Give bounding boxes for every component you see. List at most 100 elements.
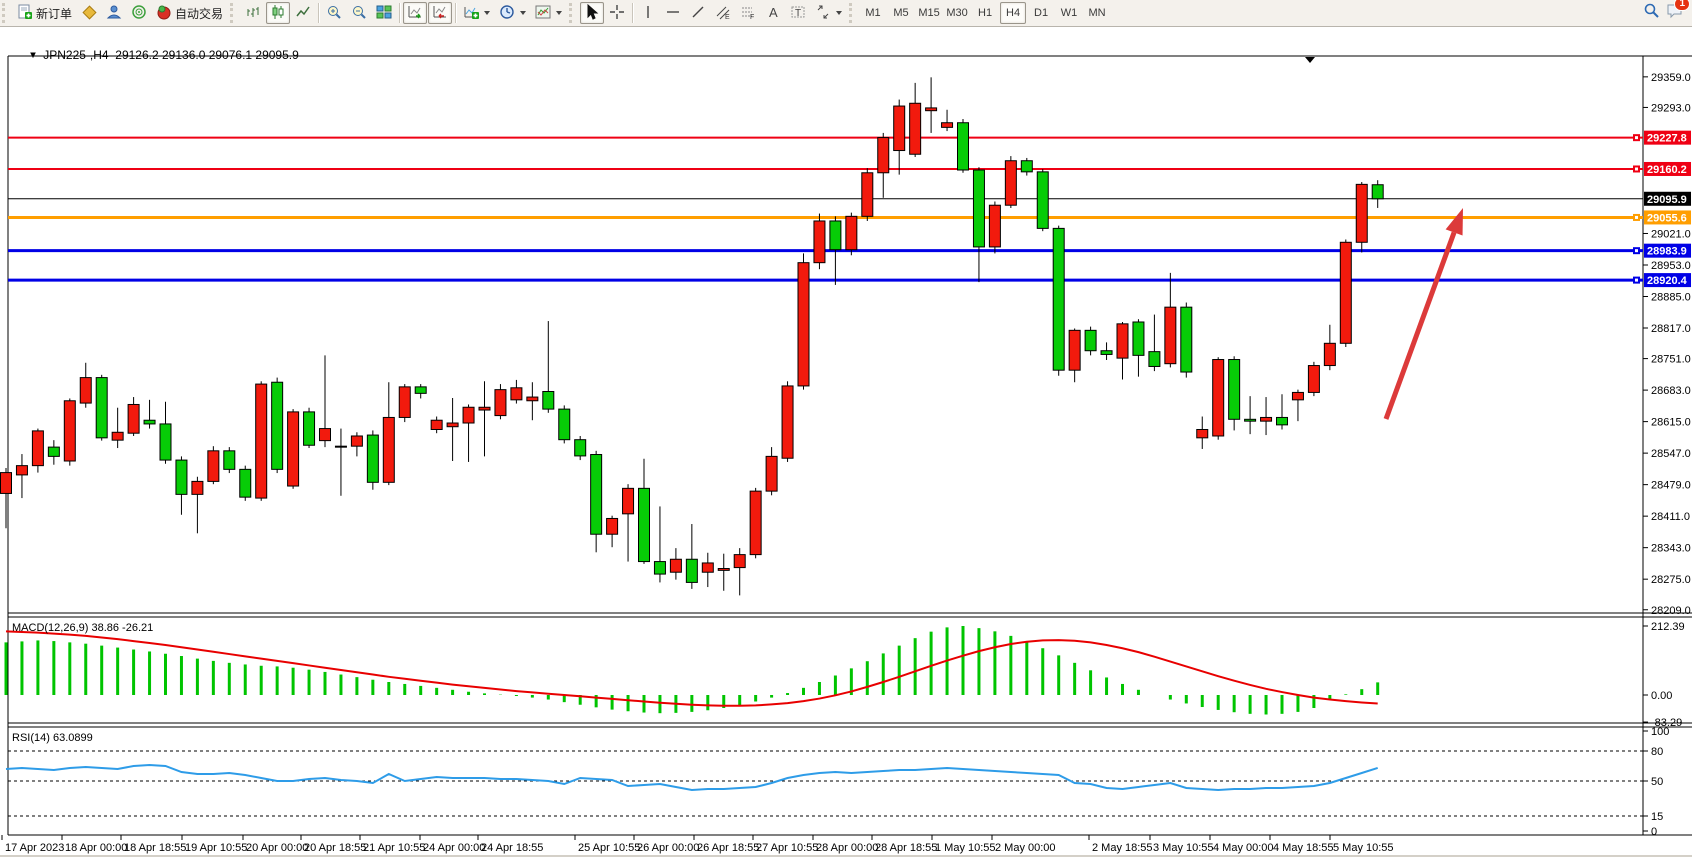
candlestick-chart-button[interactable] — [266, 2, 290, 24]
timeframe-button-M5[interactable]: M5 — [888, 2, 914, 24]
timeframe-button-D1[interactable]: D1 — [1028, 2, 1054, 24]
candle-body — [686, 559, 697, 582]
timeframe-button-MN[interactable]: MN — [1084, 2, 1110, 24]
candle-body — [607, 518, 618, 534]
bar-chart-icon — [245, 4, 261, 23]
text-label-tool-button[interactable]: T — [786, 2, 810, 24]
text-label-icon: T — [790, 4, 806, 23]
zoom-in-icon — [326, 4, 342, 23]
horizontal-line-tool-button[interactable] — [661, 2, 685, 24]
periods-dropdown-arrow[interactable] — [520, 11, 526, 15]
templates-button[interactable] — [531, 2, 566, 24]
toolbar-drag-handle[interactable] — [230, 3, 238, 23]
gold-diamond-icon — [81, 4, 97, 23]
candle-body — [16, 466, 27, 475]
time-axis-label: 28 Apr 18:55 — [875, 842, 937, 854]
candle-body — [718, 569, 729, 571]
timeframe-button-M1[interactable]: M1 — [860, 2, 886, 24]
new-order-button[interactable]: 新订单 — [13, 2, 76, 24]
channel-icon: E — [715, 4, 731, 23]
chart-canvas[interactable]: 29227.829160.229095.929055.628983.928920… — [0, 27, 1692, 857]
candle-body — [1292, 392, 1303, 399]
tile-windows-button[interactable] — [372, 2, 396, 24]
autotrade-button[interactable]: 自动交易 — [152, 2, 227, 24]
price-axis-label: 28275.0 — [1651, 574, 1691, 586]
candle-body — [415, 387, 426, 393]
rsi-indicator-label: RSI(14) 63.0899 — [12, 732, 93, 744]
cursor-tool-button[interactable] — [580, 2, 604, 24]
time-axis-label: 19 Apr 10:55 — [185, 842, 247, 854]
zoom-out-icon — [351, 4, 367, 23]
timeframe-button-W1[interactable]: W1 — [1056, 2, 1082, 24]
chat-button[interactable]: 1 — [1666, 2, 1684, 24]
time-axis-label: 25 Apr 10:55 — [578, 842, 640, 854]
profile-button[interactable] — [102, 2, 126, 24]
toolbar-drag-handle[interactable] — [569, 3, 577, 23]
line-chart-button[interactable] — [291, 2, 315, 24]
signal-button[interactable] — [127, 2, 151, 24]
time-axis-label: 18 Apr 18:55 — [124, 842, 186, 854]
time-axis-label: 26 Apr 00:00 — [637, 842, 699, 854]
chart-symbol-period: JPN225-,H4 — [43, 48, 108, 62]
auto-scroll-button[interactable] — [403, 2, 427, 24]
candle-body — [1308, 366, 1319, 393]
periods-button[interactable] — [495, 2, 530, 24]
toolbar-drag-handle[interactable] — [849, 3, 857, 23]
crosshair-icon — [609, 4, 625, 23]
candle-body — [96, 378, 107, 438]
macd-axis-label: 0.00 — [1651, 690, 1672, 702]
trendline-tool-button[interactable] — [686, 2, 710, 24]
indicators-icon — [463, 4, 479, 23]
candle-body — [351, 436, 362, 446]
candle-body — [80, 378, 91, 403]
fibonacci-tool-button[interactable]: F — [736, 2, 760, 24]
rsi-axis-label: 50 — [1651, 776, 1663, 788]
timeframe-button-M30[interactable]: M30 — [944, 2, 970, 24]
timeframe-button-M15[interactable]: M15 — [916, 2, 942, 24]
candle-body — [192, 481, 203, 494]
candle-body — [591, 455, 602, 535]
zoom-out-button[interactable] — [347, 2, 371, 24]
price-axis-label: 28547.0 — [1651, 448, 1691, 460]
candle-body — [670, 559, 681, 572]
market-watch-button[interactable] — [77, 2, 101, 24]
candle-body — [399, 387, 410, 418]
line-chart-icon — [295, 4, 311, 23]
candle-body — [1149, 352, 1160, 367]
crosshair-tool-button[interactable] — [605, 2, 629, 24]
chart-shift-button[interactable] — [428, 2, 452, 24]
price-axis-label: 28683.0 — [1651, 385, 1691, 397]
candle-body — [639, 488, 650, 561]
timeframe-button-H4[interactable]: H4 — [1000, 2, 1026, 24]
templates-dropdown-arrow[interactable] — [556, 11, 562, 15]
candle-body — [1356, 184, 1367, 242]
indicators-button[interactable] — [459, 2, 494, 24]
arrows-tool-button[interactable] — [811, 2, 846, 24]
bar-chart-button[interactable] — [241, 2, 265, 24]
timeframe-button-H1[interactable]: H1 — [972, 2, 998, 24]
price-badge-label: 29055.6 — [1647, 212, 1687, 224]
text-tool-button[interactable]: A — [761, 2, 785, 24]
candle-body — [431, 420, 442, 429]
indicators-dropdown-arrow[interactable] — [484, 11, 490, 15]
vertical-line-tool-button[interactable] — [636, 2, 660, 24]
time-axis-label: 21 Apr 10:55 — [363, 842, 425, 854]
candle-body — [128, 404, 139, 433]
equidistant-channel-tool-button[interactable]: E — [711, 2, 735, 24]
arrows-dropdown-arrow[interactable] — [836, 11, 842, 15]
candle-body — [1, 473, 12, 494]
candle-body — [479, 407, 490, 410]
chart-title-collapse-icon[interactable]: ▼ — [29, 49, 39, 60]
toolbar-drag-handle[interactable] — [2, 3, 10, 23]
rsi-axis-label: 0 — [1651, 826, 1657, 838]
zoom-in-button[interactable] — [322, 2, 346, 24]
search-icon[interactable] — [1643, 2, 1660, 24]
price-badge-label: 29227.8 — [1647, 133, 1687, 145]
candle-body — [48, 447, 59, 456]
candle-body — [224, 451, 235, 470]
time-axis-label: 4 May 18:55 — [1273, 842, 1334, 854]
price-axis-label: 29359.0 — [1651, 72, 1691, 84]
candle-body — [798, 263, 809, 386]
text-icon: A — [765, 4, 781, 23]
candle-body — [543, 391, 554, 409]
